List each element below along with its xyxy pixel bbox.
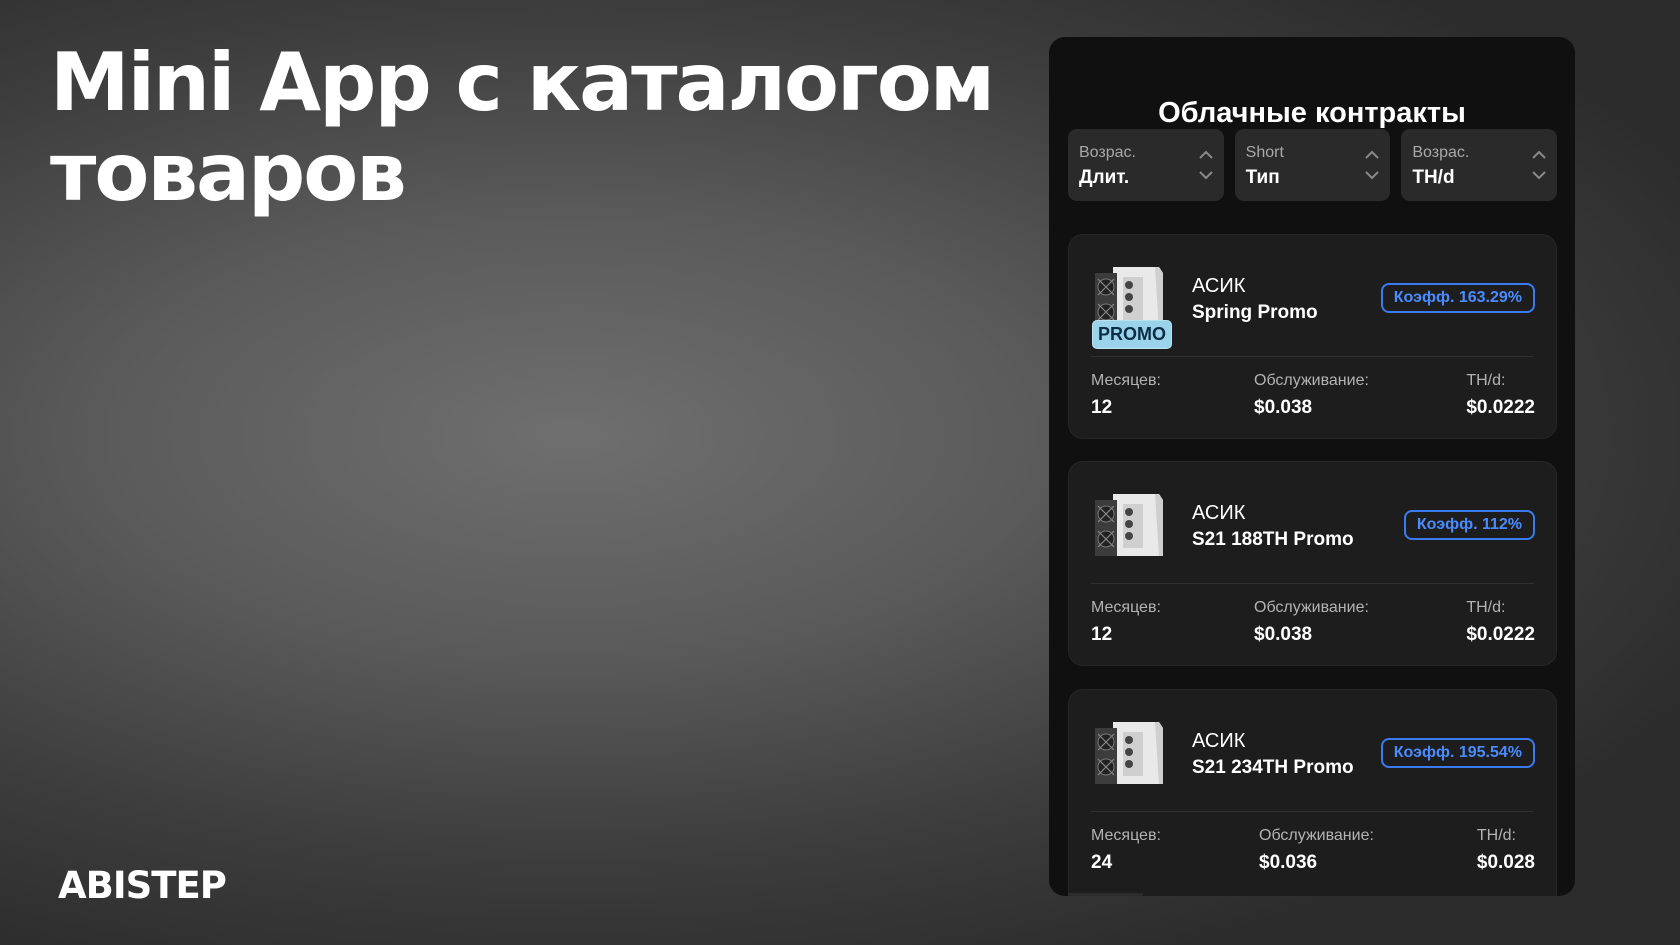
card-divider	[1091, 811, 1534, 812]
contract-card[interactable]: АСИК S21 188TH Promo Коэфф. 112% Месяцев…	[1068, 461, 1557, 666]
sort-updown-icon	[1364, 148, 1380, 182]
stat-value: $0.028	[1476, 852, 1535, 873]
page-title: Облачные контракты	[1158, 97, 1466, 129]
stat-label: TH/d:	[1466, 372, 1506, 389]
coefficient-badge: Коэфф. 163.29%	[1380, 283, 1535, 313]
stat-service: Обслуживание: $0.038	[1254, 598, 1369, 646]
headline-line-2: товаров	[50, 126, 407, 219]
contract-name: S21 234TH Promo	[1192, 757, 1354, 778]
stat-months: Месяцев: 12	[1091, 371, 1161, 419]
stat-thd: TH/d: $0.028	[1477, 826, 1535, 874]
sort-updown-icon	[1198, 148, 1214, 182]
stat-value: 12	[1091, 624, 1113, 645]
stat-thd: TH/d: $0.0222	[1466, 598, 1535, 646]
asic-miner-icon	[1093, 490, 1167, 558]
stat-value: $0.0222	[1466, 397, 1535, 418]
contract-type: АСИК	[1192, 275, 1246, 297]
stat-label: Обслуживание:	[1254, 372, 1369, 389]
stat-label: Месяцев:	[1091, 599, 1161, 616]
scroll-indicator[interactable]	[1068, 893, 1143, 896]
stat-service: Обслуживание: $0.038	[1254, 371, 1369, 419]
stat-label: Обслуживание:	[1259, 827, 1374, 844]
card-divider	[1091, 583, 1534, 584]
stat-label: TH/d:	[1466, 599, 1506, 616]
asic-miner-icon	[1093, 718, 1167, 786]
stat-service: Обслуживание: $0.036	[1259, 826, 1374, 874]
coefficient-badge: Коэфф. 195.54%	[1380, 738, 1535, 768]
card-divider	[1091, 356, 1534, 357]
stat-months: Месяцев: 24	[1091, 826, 1161, 874]
stat-value: 24	[1091, 852, 1113, 873]
headline-line-1: Mini App с каталогом	[50, 36, 995, 129]
stat-value: $0.038	[1254, 397, 1313, 418]
contract-name: S21 188TH Promo	[1192, 529, 1354, 550]
stat-months: Месяцев: 12	[1091, 598, 1161, 646]
filter-type[interactable]: Short Тип	[1234, 129, 1391, 201]
contract-name: Spring Promo	[1192, 302, 1318, 323]
contract-card[interactable]: АСИК S21 234TH Promo Коэфф. 195.54% Меся…	[1068, 689, 1557, 896]
slide-headline: Mini App с каталогом товаров	[50, 36, 995, 219]
stat-label: Месяцев:	[1091, 372, 1161, 389]
stat-value: 12	[1091, 397, 1113, 418]
filter-bar: Возрас. Длит. Short Тип Возрас. TH/d	[1068, 129, 1558, 201]
stat-label: TH/d:	[1476, 827, 1516, 844]
contract-card[interactable]: PROMO АСИК Spring Promo Коэфф. 163.29% М…	[1068, 234, 1557, 439]
filter-thd[interactable]: Возрас. TH/d	[1401, 129, 1558, 201]
filter-duration[interactable]: Возрас. Длит.	[1068, 129, 1224, 201]
contract-type: АСИК	[1192, 730, 1246, 752]
stat-label: Месяцев:	[1091, 827, 1161, 844]
mini-app-window: Облачные контракты Возрас. Длит. Short Т…	[1049, 37, 1575, 896]
coefficient-badge: Коэфф. 112%	[1403, 510, 1535, 540]
promo-badge: PROMO	[1092, 320, 1172, 349]
brand-logo: ABISTEP	[58, 864, 227, 907]
sort-updown-icon	[1531, 148, 1547, 182]
stat-value: $0.038	[1254, 624, 1313, 645]
stat-thd: TH/d: $0.0222	[1466, 371, 1535, 419]
stat-value: $0.0222	[1466, 624, 1535, 645]
stat-value: $0.036	[1259, 852, 1318, 873]
stat-label: Обслуживание:	[1254, 599, 1369, 616]
contract-type: АСИК	[1192, 502, 1246, 524]
